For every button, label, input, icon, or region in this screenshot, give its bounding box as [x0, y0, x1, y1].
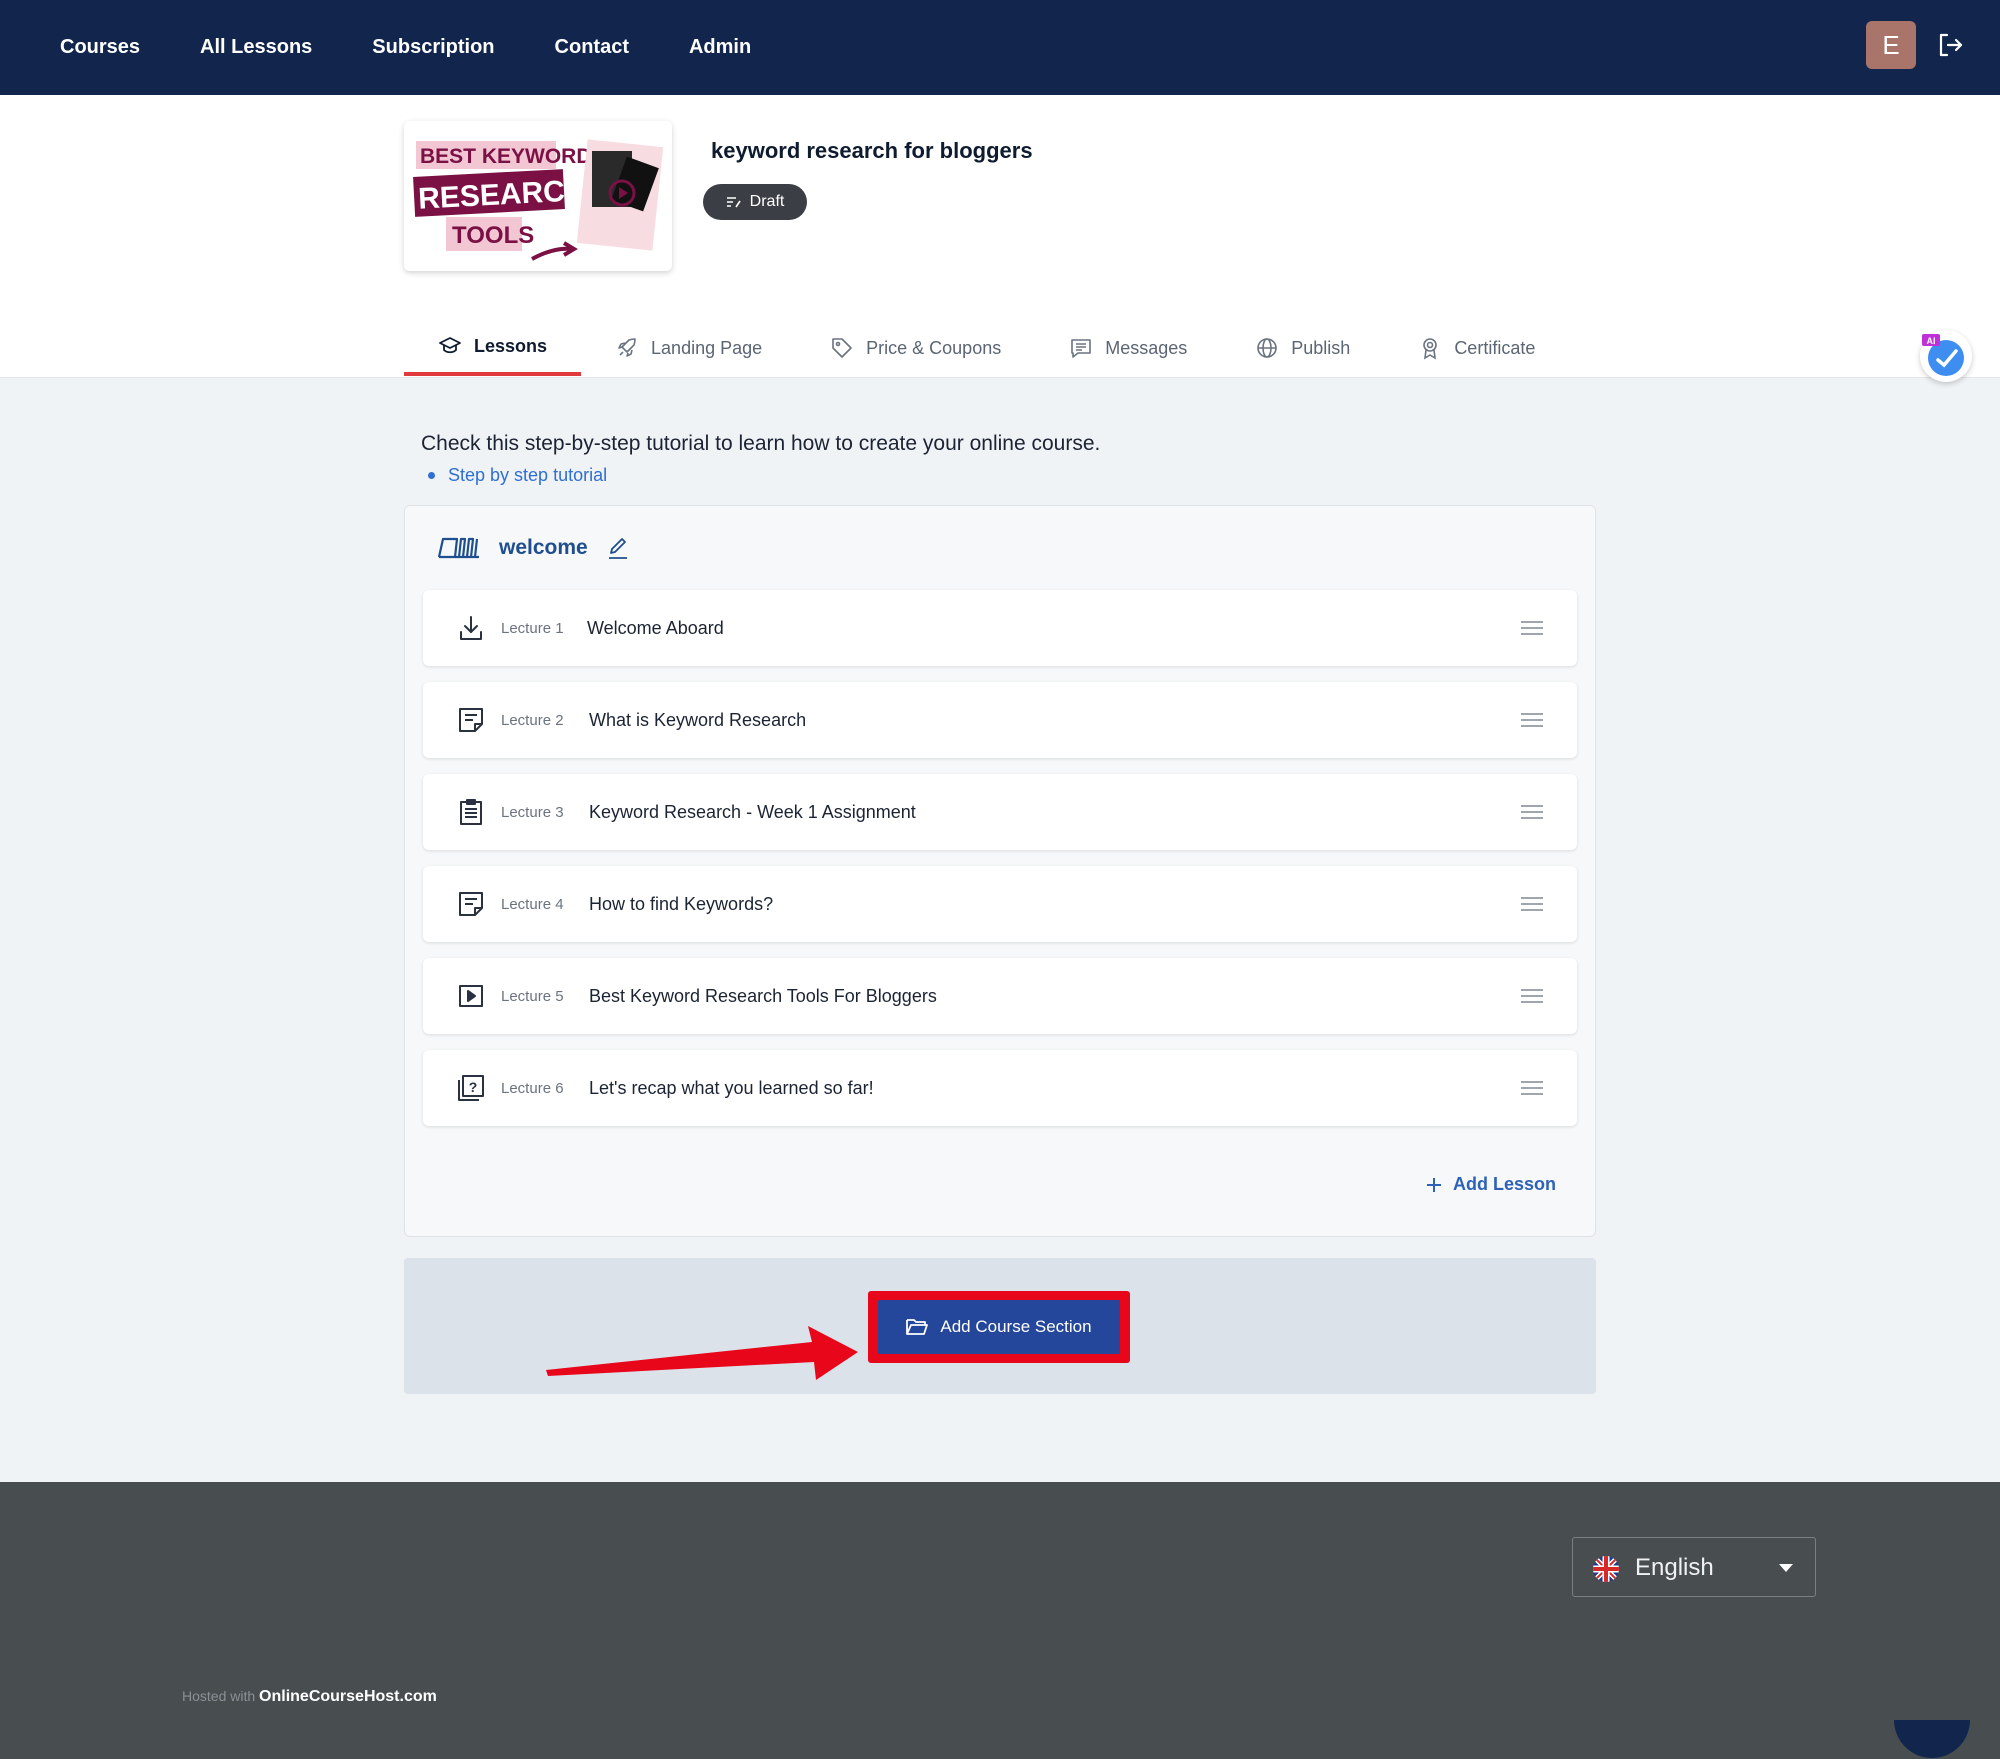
- tab-certificate[interactable]: Certificate: [1384, 320, 1569, 376]
- hosted-prefix: Hosted with: [182, 1688, 256, 1704]
- book-open-icon: [437, 537, 479, 559]
- red-arrow-annotation: [546, 1326, 858, 1380]
- top-navbar: Courses All Lessons Subscription Contact…: [0, 0, 2000, 95]
- course-title: keyword research for bloggers: [711, 138, 1033, 163]
- tab-lessons[interactable]: Lessons: [404, 320, 582, 376]
- lecture-row[interactable]: Lecture 5 Best Keyword Research Tools Fo…: [423, 958, 1577, 1034]
- edit-pencil-icon[interactable]: [606, 536, 630, 560]
- nav-link-contact[interactable]: Contact: [555, 36, 629, 59]
- thumbnail-line-1: BEST KEYWORD: [420, 145, 592, 168]
- nav-links: Courses All Lessons Subscription Contact…: [60, 0, 811, 95]
- thumbnail-line-3: TOOLS: [452, 222, 534, 249]
- message-icon: [1071, 339, 1092, 358]
- rocket-icon: [618, 338, 636, 357]
- plus-icon: [1427, 1177, 1441, 1192]
- hosted-with-credit[interactable]: Hosted with OnlineCourseHost.com: [182, 1688, 437, 1706]
- quiz-icon: ?: [458, 1075, 484, 1101]
- drag-handle-icon[interactable]: [1521, 712, 1543, 728]
- lecture-number: Lecture 6: [501, 1079, 564, 1097]
- nav-link-courses[interactable]: Courses: [60, 36, 140, 59]
- tab-landing-page[interactable]: Landing Page: [581, 320, 796, 376]
- download-icon: [460, 616, 482, 640]
- hosted-brand: OnlineCourseHost.com: [259, 1688, 437, 1705]
- svg-text:?: ?: [469, 1079, 478, 1095]
- bullet-dot: [428, 472, 435, 479]
- lecture-number: Lecture 1: [501, 619, 564, 637]
- clipboard-icon: [460, 799, 482, 825]
- lecture-number: Lecture 2: [501, 711, 564, 729]
- add-course-section-label: Add Course Section: [940, 1317, 1092, 1336]
- lecture-number: Lecture 3: [501, 803, 564, 821]
- nav-link-admin[interactable]: Admin: [689, 36, 751, 59]
- uk-flag-icon: [1593, 1556, 1619, 1582]
- lecture-title: What is Keyword Research: [589, 709, 807, 730]
- avatar[interactable]: E: [1866, 21, 1916, 69]
- course-tabs: Lessons Landing Page Price & Coupons Mes…: [404, 320, 1569, 378]
- lecture-row[interactable]: Lecture 4 How to find Keywords?: [423, 866, 1577, 942]
- text-document-icon: [459, 892, 483, 916]
- ai-assistant-button[interactable]: AI: [1920, 330, 1972, 382]
- language-label: English: [1635, 1554, 1714, 1581]
- nav-link-subscription[interactable]: Subscription: [372, 36, 494, 59]
- lecture-number: Lecture 5: [501, 987, 564, 1005]
- tab-price-coupons[interactable]: Price & Coupons: [796, 320, 1035, 376]
- tutorial-link[interactable]: Step by step tutorial: [448, 465, 607, 486]
- lecture-title: How to find Keywords?: [589, 893, 774, 914]
- add-lesson-label: Add Lesson: [1453, 1174, 1557, 1194]
- graduation-cap-icon: [439, 337, 461, 354]
- tutorial-intro-text: Check this step-by-step tutorial to lear…: [421, 432, 1101, 455]
- drag-handle-icon[interactable]: [1521, 804, 1543, 820]
- tab-publish[interactable]: Publish: [1221, 320, 1384, 376]
- lecture-row[interactable]: Lecture 2 What is Keyword Research: [423, 682, 1577, 758]
- drag-handle-icon[interactable]: [1521, 620, 1543, 636]
- award-icon: [1423, 338, 1438, 360]
- add-course-section-button[interactable]: Add Course Section: [878, 1300, 1120, 1354]
- globe-icon: [1257, 338, 1278, 358]
- lecture-row[interactable]: ? Lecture 6 Let's recap what you learned…: [423, 1050, 1577, 1126]
- lecture-number: Lecture 4: [501, 895, 564, 913]
- status-badge[interactable]: Draft: [703, 184, 807, 220]
- tab-label: Lessons: [474, 335, 548, 356]
- section-header: welcome: [437, 536, 630, 560]
- tab-label: Certificate: [1454, 337, 1536, 358]
- lecture-row[interactable]: Lecture 3 Keyword Research - Week 1 Assi…: [423, 774, 1577, 850]
- lecture-row[interactable]: Lecture 1 Welcome Aboard: [423, 590, 1577, 666]
- tab-label: Price & Coupons: [866, 337, 1002, 358]
- tab-label: Messages: [1105, 337, 1188, 358]
- draft-icon: [726, 197, 741, 208]
- logout-icon[interactable]: [1936, 31, 1964, 59]
- folder-icon: [906, 1319, 929, 1335]
- lecture-title: Welcome Aboard: [587, 617, 724, 638]
- drag-handle-icon[interactable]: [1521, 988, 1543, 1004]
- course-section-card: welcome Lecture 1 Welcome Aboard Lecture…: [404, 505, 1596, 1237]
- tab-label: Publish: [1291, 337, 1351, 358]
- drag-handle-icon[interactable]: [1521, 896, 1543, 912]
- footer: [0, 1482, 2000, 1759]
- tab-messages[interactable]: Messages: [1035, 320, 1221, 376]
- nav-link-all-lessons[interactable]: All Lessons: [200, 36, 312, 59]
- tag-icon: [832, 338, 852, 358]
- add-lesson-button[interactable]: Add Lesson: [1425, 1174, 1556, 1195]
- video-play-icon: [459, 985, 483, 1007]
- status-label: Draft: [749, 193, 785, 210]
- lecture-title: Best Keyword Research Tools For Bloggers: [589, 985, 937, 1006]
- text-document-icon: [459, 708, 483, 732]
- tab-label: Landing Page: [651, 337, 763, 358]
- section-name: welcome: [499, 536, 588, 559]
- course-thumbnail[interactable]: BEST KEYWORD RESEARCH TOOLS: [404, 121, 672, 271]
- lecture-title: Keyword Research - Week 1 Assignment: [589, 801, 916, 822]
- lecture-title: Let's recap what you learned so far!: [589, 1077, 874, 1098]
- chevron-down-icon: [1779, 1564, 1793, 1572]
- language-selector[interactable]: English: [1572, 1537, 1816, 1597]
- drag-handle-icon[interactable]: [1521, 1080, 1543, 1096]
- ai-badge-label: AI: [1927, 336, 1936, 346]
